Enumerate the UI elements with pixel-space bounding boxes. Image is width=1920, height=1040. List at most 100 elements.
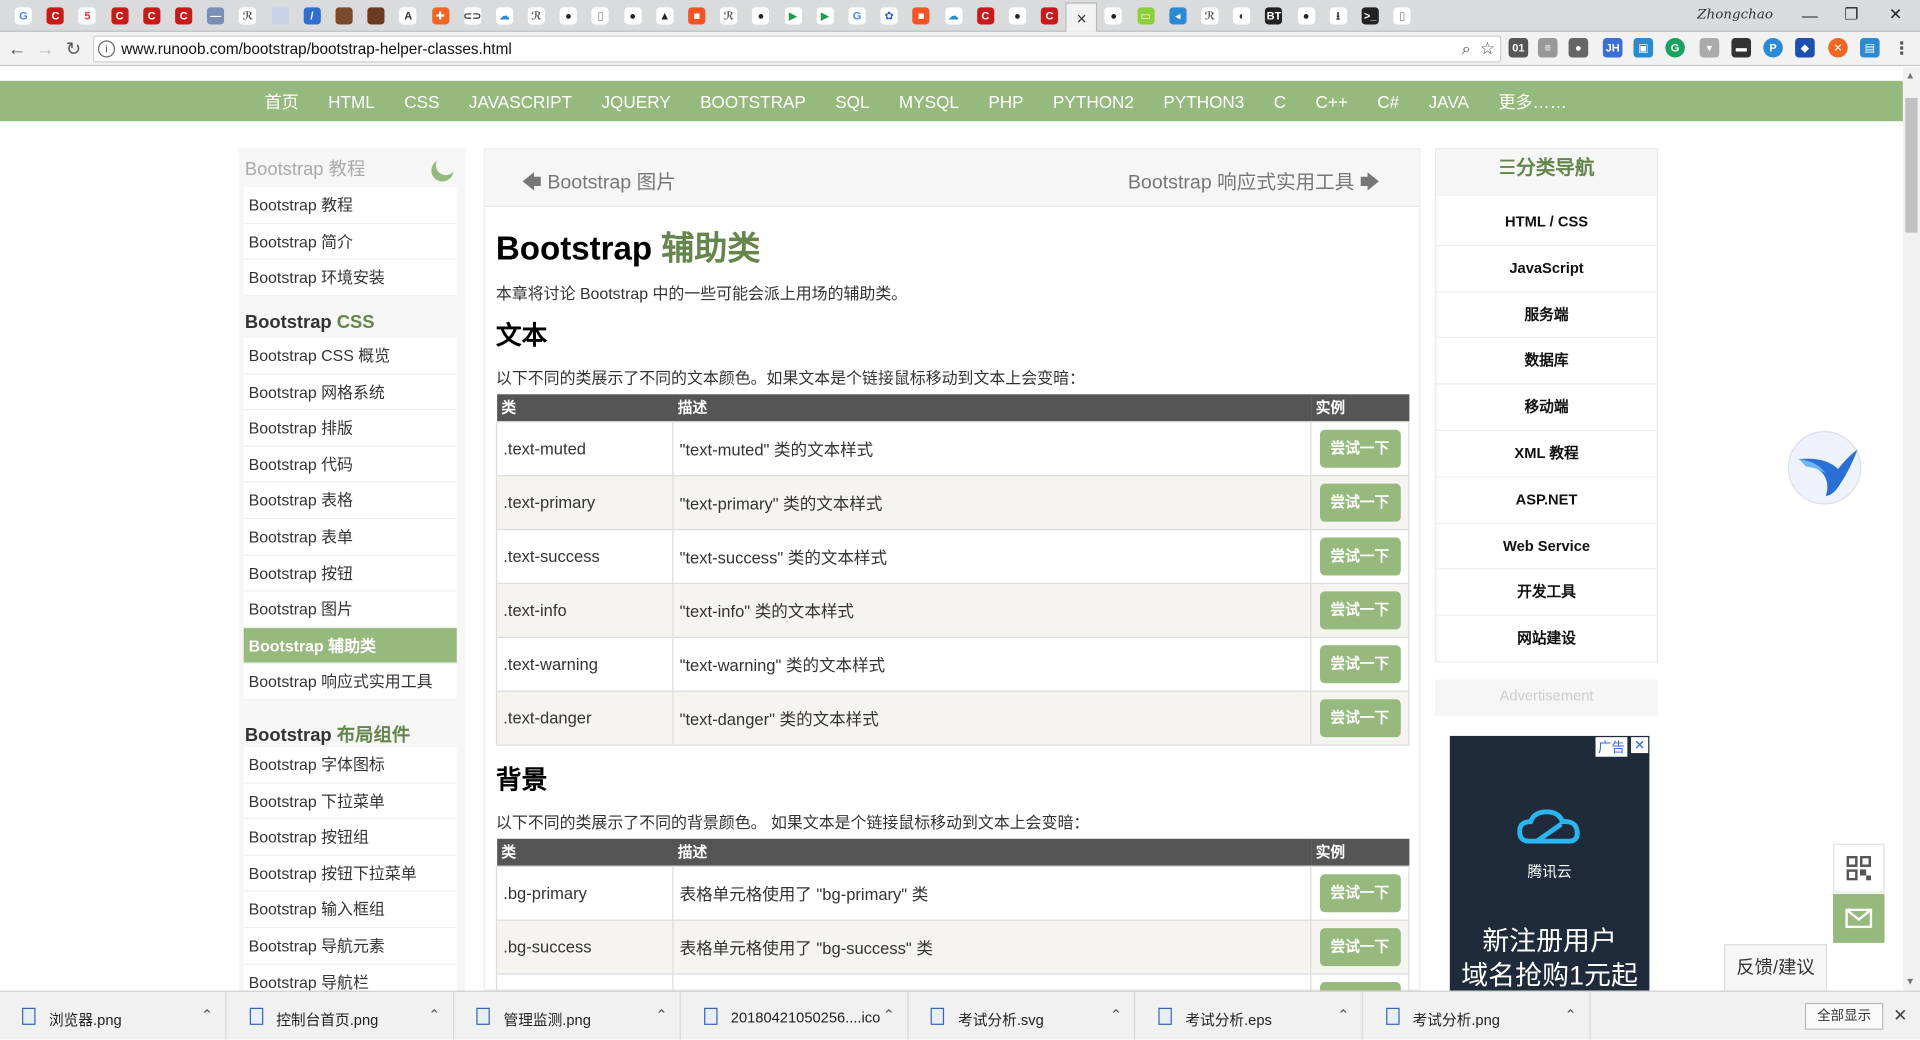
sidebar-item[interactable]: Bootstrap 排版 bbox=[243, 410, 457, 447]
category-item[interactable]: 网站建设 bbox=[1436, 616, 1657, 663]
extension-icon[interactable]: ✕ bbox=[1828, 37, 1848, 58]
browser-tab[interactable]: ● bbox=[552, 2, 584, 29]
browser-tab[interactable]: ● bbox=[1290, 2, 1322, 29]
sidebar-item[interactable]: Bootstrap 代码 bbox=[243, 446, 457, 483]
chevron-up-icon[interactable]: ⌃ bbox=[1564, 1007, 1576, 1024]
browser-tab[interactable]: ◐ bbox=[1226, 2, 1258, 29]
sidebar-item[interactable]: Bootstrap 字体图标 bbox=[243, 746, 457, 784]
browser-tab[interactable]: ✿ bbox=[873, 2, 905, 29]
browser-tab[interactable] bbox=[264, 2, 296, 29]
browser-tab[interactable] bbox=[360, 2, 392, 29]
nav-link[interactable]: JAVASCRIPT bbox=[454, 91, 587, 111]
browser-tab[interactable]: >_ bbox=[1354, 2, 1386, 29]
back-icon[interactable]: ← bbox=[5, 37, 29, 61]
download-item[interactable]: 考试分析.eps ⌃ bbox=[1136, 991, 1363, 1040]
browser-tab[interactable]: ■ bbox=[905, 2, 937, 29]
try-it-button[interactable]: 尝试一下 bbox=[1319, 536, 1401, 575]
sidebar-item[interactable]: Bootstrap 响应式实用工具 bbox=[243, 664, 457, 701]
browser-tab[interactable]: ⊂⊃ bbox=[456, 2, 488, 29]
nav-link[interactable]: HTML bbox=[313, 91, 389, 111]
extension-icon[interactable]: JH bbox=[1602, 37, 1623, 58]
try-it-button[interactable]: 尝试一下 bbox=[1319, 927, 1401, 966]
browser-tab[interactable]: ☁ bbox=[937, 2, 969, 29]
chevron-up-icon[interactable]: ⌃ bbox=[1337, 1007, 1349, 1024]
browser-tab[interactable]: ● bbox=[1001, 2, 1033, 29]
nav-link[interactable]: JAVA bbox=[1414, 91, 1484, 111]
browser-tab[interactable]: ▶ bbox=[809, 2, 841, 29]
download-item[interactable]: 控制台首页.png ⌃ bbox=[227, 991, 454, 1040]
sidebar-item[interactable]: Bootstrap 表格 bbox=[243, 482, 457, 520]
sidebar-item[interactable]: Bootstrap 输入框组 bbox=[243, 891, 457, 929]
browser-tab[interactable]: — bbox=[200, 2, 232, 29]
download-item[interactable]: 考试分析.svg ⌃ bbox=[909, 991, 1136, 1040]
try-it-button[interactable]: 尝试一下 bbox=[1319, 483, 1401, 522]
browser-tab[interactable]: ▲ bbox=[649, 2, 681, 29]
sidebar-item[interactable]: Bootstrap 教程 bbox=[243, 187, 457, 224]
browser-tab[interactable]: × bbox=[1065, 2, 1098, 32]
nav-link[interactable]: PYTHON2 bbox=[1038, 91, 1148, 111]
nav-link[interactable]: 更多…… bbox=[1484, 89, 1582, 113]
minimize-icon[interactable]: — bbox=[1791, 1, 1828, 28]
bird-assistant-icon[interactable] bbox=[1787, 431, 1862, 505]
browser-tab[interactable]: ℛ bbox=[520, 2, 552, 29]
sidebar-item[interactable]: Bootstrap 网格系统 bbox=[243, 374, 457, 411]
nav-link[interactable]: SQL bbox=[821, 91, 885, 111]
menu-icon[interactable]: ⋮ bbox=[1892, 37, 1912, 58]
extension-icon[interactable]: ▤ bbox=[1860, 37, 1880, 58]
extension-icon[interactable]: ≡ bbox=[1537, 37, 1558, 58]
ad-banner[interactable]: 广告 ✕ 腾讯云 新注册用户 域名抢购1元起 bbox=[1449, 735, 1650, 991]
mail-icon[interactable] bbox=[1833, 893, 1885, 943]
sidebar-item[interactable]: Bootstrap 图片 bbox=[243, 591, 457, 628]
prev-link[interactable]: 🡄 Bootstrap 图片 bbox=[522, 165, 676, 202]
browser-tab[interactable]: C bbox=[969, 2, 1001, 29]
try-it-button[interactable]: 尝试一下 bbox=[1319, 590, 1401, 629]
browser-tab[interactable]: C bbox=[1033, 2, 1065, 29]
category-item[interactable]: JavaScript bbox=[1436, 246, 1657, 293]
browser-tab[interactable]: ⭳ bbox=[1322, 2, 1354, 29]
reload-icon[interactable]: ↻ bbox=[61, 37, 85, 61]
download-item[interactable]: 浏览器.png ⌃ bbox=[0, 991, 227, 1040]
sidebar-item[interactable]: Bootstrap 环境安装 bbox=[243, 259, 457, 297]
extension-icon[interactable]: ▬ bbox=[1731, 37, 1752, 58]
browser-tab[interactable]: ▯ bbox=[1386, 2, 1418, 29]
sidebar-item[interactable]: Bootstrap 导航元素 bbox=[243, 928, 457, 965]
show-all-downloads-button[interactable]: 全部显示 bbox=[1804, 1002, 1884, 1030]
browser-tab[interactable]: ℛ bbox=[1194, 2, 1226, 29]
extension-icon[interactable]: ▣ bbox=[1633, 37, 1654, 58]
info-icon[interactable]: i bbox=[97, 40, 116, 58]
sidebar-item[interactable]: Bootstrap 辅助类 bbox=[243, 627, 457, 665]
sidebar-item[interactable]: Bootstrap 按钮下拉菜单 bbox=[243, 855, 457, 892]
category-item[interactable]: ASP.NET bbox=[1436, 477, 1657, 524]
browser-tab[interactable]: C bbox=[104, 2, 136, 29]
browser-tab[interactable]: ☁ bbox=[488, 2, 520, 29]
moon-icon[interactable] bbox=[433, 153, 458, 178]
ad-close-icon[interactable]: ✕ bbox=[1631, 737, 1649, 754]
close-download-bar-icon[interactable]: ✕ bbox=[1893, 1005, 1907, 1026]
extension-icon[interactable]: ● bbox=[1568, 37, 1589, 58]
browser-tab[interactable]: C bbox=[39, 2, 71, 29]
extension-icon[interactable]: 01 bbox=[1508, 37, 1529, 58]
nav-link[interactable]: JQUERY bbox=[587, 91, 686, 111]
next-link[interactable]: Bootstrap 响应式实用工具 🡆 bbox=[1128, 165, 1380, 202]
sidebar-item[interactable]: Bootstrap 按钮 bbox=[243, 555, 457, 592]
nav-link[interactable]: CSS bbox=[390, 91, 455, 111]
sidebar-item[interactable]: Bootstrap CSS 概览 bbox=[243, 337, 457, 375]
sidebar-item[interactable]: Bootstrap 下拉菜单 bbox=[243, 783, 457, 820]
category-item[interactable]: XML 教程 bbox=[1436, 431, 1657, 478]
browser-tab[interactable]: ◂ bbox=[1162, 2, 1194, 29]
extension-icon[interactable]: ◆ bbox=[1795, 37, 1815, 58]
browser-tab[interactable]: BT bbox=[1258, 2, 1290, 29]
category-item[interactable]: HTML / CSS bbox=[1436, 200, 1657, 246]
download-item[interactable]: 管理监测.png ⌃ bbox=[455, 991, 682, 1040]
category-item[interactable]: Web Service bbox=[1436, 524, 1657, 570]
qrcode-icon[interactable] bbox=[1833, 843, 1885, 893]
bookmark-star-icon[interactable]: ☆ bbox=[1480, 38, 1495, 59]
restore-icon[interactable]: ❐ bbox=[1833, 1, 1870, 28]
try-it-button[interactable]: 尝试一下 bbox=[1319, 644, 1401, 683]
browser-tab[interactable]: 5 bbox=[71, 2, 103, 29]
nav-link[interactable]: C bbox=[1259, 91, 1301, 111]
scrollbar-thumb[interactable] bbox=[1905, 97, 1918, 233]
browser-tab[interactable]: ▶ bbox=[777, 2, 809, 29]
nav-link[interactable]: C# bbox=[1363, 91, 1414, 111]
browser-tab[interactable]: ✚ bbox=[424, 2, 456, 29]
